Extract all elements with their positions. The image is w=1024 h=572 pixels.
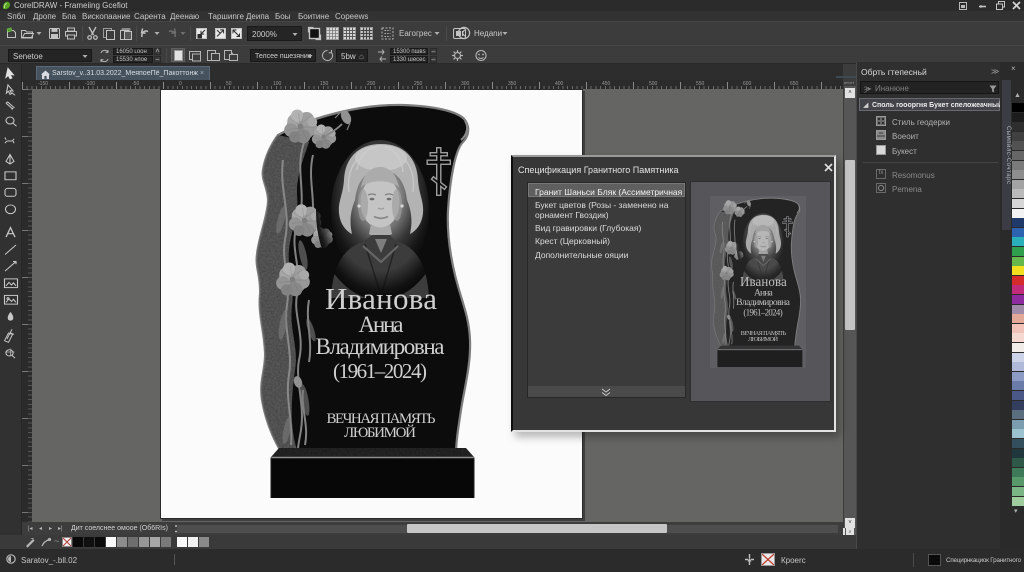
svg-text:(1961–2024): (1961–2024) [333, 359, 427, 383]
svg-text:ЛЮБИМОЙ: ЛЮБИМОЙ [344, 424, 416, 441]
svg-text:Владимировна: Владимировна [316, 334, 445, 359]
svg-text:Иванова: Иванова [325, 281, 437, 316]
